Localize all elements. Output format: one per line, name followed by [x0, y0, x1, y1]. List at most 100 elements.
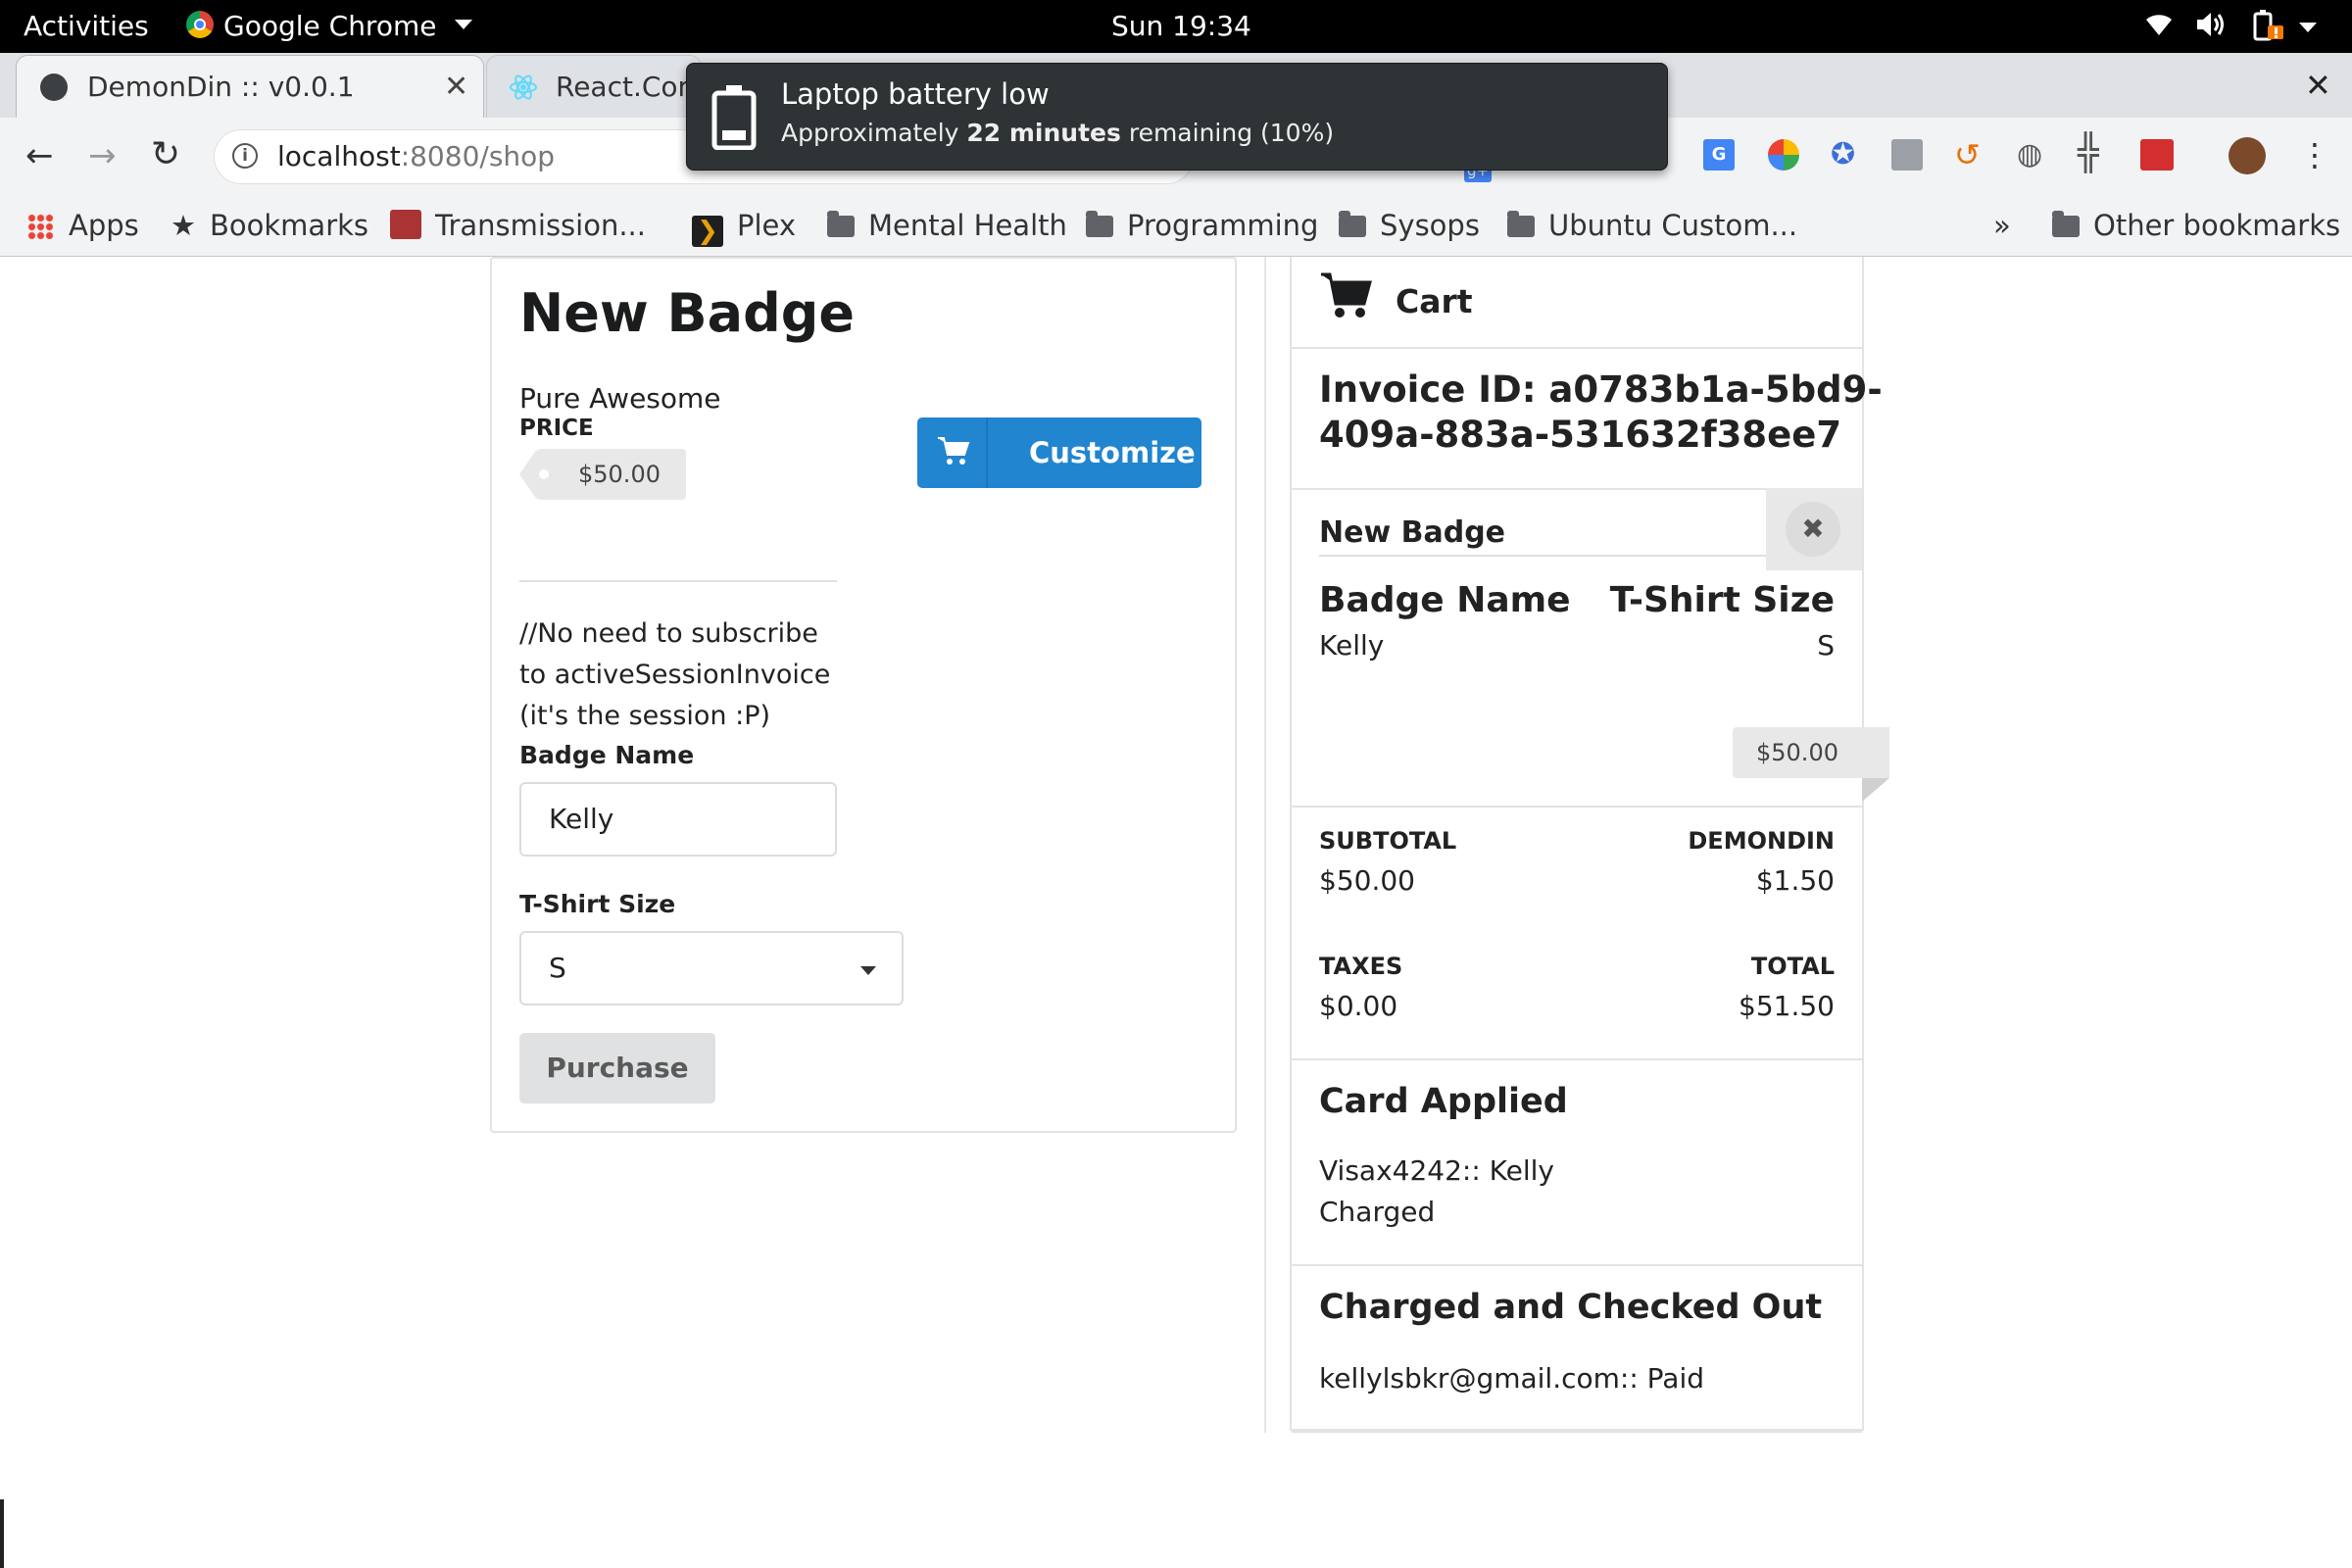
badge-name-input[interactable]: Kelly — [519, 782, 837, 857]
session-comment: //No need to subscribe to activeSessionI… — [519, 618, 831, 731]
subtotal-value: $50.00 — [1319, 864, 1415, 897]
remove-item-corner: ✖ — [1766, 488, 1862, 570]
card-applied-line1: Visax4242:: Kelly — [1319, 1154, 1554, 1187]
lightbulb-extension-icon[interactable]: ◍ — [2017, 137, 2042, 172]
price-label: PRICE — [519, 416, 594, 441]
taxes-label: TAXES — [1319, 953, 1403, 980]
chevron-down-icon — [455, 20, 473, 29]
bookmark-bookmarks[interactable]: ★ Bookmarks — [171, 196, 368, 257]
window-edge — [0, 1499, 4, 1568]
globe-icon — [40, 74, 68, 101]
price-value: $50.00 — [578, 461, 661, 488]
tshirt-size-value: S — [1817, 629, 1835, 662]
bookmark-mental-health[interactable]: Mental Health — [827, 196, 1067, 257]
url-host: localhost — [277, 140, 401, 172]
volume-icon[interactable] — [2195, 0, 2227, 53]
reload-icon[interactable]: ↻ — [151, 137, 180, 172]
total-value: $51.50 — [1739, 990, 1835, 1022]
cart-item: New Badge ✖ Badge Name Kelly T-Shirt Siz… — [1292, 488, 1889, 808]
dropdown-caret-icon — [860, 966, 876, 975]
invoice-id-line1: Invoice ID: a0783b1a-5bd9- — [1319, 368, 1883, 411]
history-extension-icon[interactable]: ↺ — [1954, 137, 1981, 172]
purchase-button[interactable]: Purchase — [519, 1033, 715, 1103]
cart-item-price: $50.00 — [1756, 739, 1838, 766]
back-icon[interactable]: ← — [25, 139, 54, 172]
chrome-menu-icon[interactable]: ⋮ — [2299, 133, 2330, 176]
bookmark-other[interactable]: Other bookmarks — [2052, 196, 2340, 257]
battery-notification[interactable]: Laptop battery low Approximately 22 minu… — [686, 63, 1668, 171]
total-label: TOTAL — [1750, 953, 1835, 980]
price-tag: $50.00 — [519, 449, 686, 500]
crosshair-extension-icon[interactable]: ╬ — [2078, 135, 2099, 172]
tab-title: React.Com — [556, 71, 693, 103]
tshirt-size-label: T-Shirt Size — [519, 890, 676, 918]
invoice-id-line2: 409a-883a-531632f38ee7 — [1319, 414, 1842, 456]
tshirt-size-header: T-Shirt Size — [1609, 580, 1835, 620]
product-description: Pure Awesome — [519, 382, 721, 415]
subtotal-label: SUBTOTAL — [1319, 827, 1457, 855]
card-applied-section: Card Applied Visax4242:: Kelly Charged — [1292, 1058, 1862, 1266]
activities-button[interactable]: Activities — [24, 0, 149, 53]
demondin-label: DEMONDIN — [1688, 827, 1835, 855]
folder-icon — [1339, 211, 1366, 237]
customize-button[interactable]: Customize — [917, 417, 1201, 488]
profile-avatar[interactable] — [2229, 137, 2266, 174]
chrome-icon — [186, 11, 214, 38]
demondin-value: $1.50 — [1755, 864, 1835, 897]
checkout-section: Charged and Checked Out kellylsbkr@gmail… — [1292, 1264, 1862, 1433]
cart-item-name: New Badge — [1319, 515, 1506, 550]
badge-name-value: Kelly — [1319, 629, 1385, 662]
column-divider — [1264, 257, 1266, 1433]
bookmark-programming[interactable]: Programming — [1086, 196, 1318, 257]
bookmark-transmission[interactable]: Transmission... — [390, 196, 646, 257]
system-top-bar: Activities Google Chrome Sun 19:34 — [0, 0, 2352, 53]
app-menu[interactable]: Google Chrome — [186, 0, 473, 53]
translate-extension-icon[interactable]: G — [1703, 139, 1735, 171]
customize-label: Customize — [1029, 436, 1196, 469]
tshirt-size-select[interactable]: S — [519, 931, 904, 1005]
checkout-title: Charged and Checked Out — [1319, 1288, 1823, 1327]
remove-item-button[interactable]: ✖ — [1786, 502, 1840, 557]
product-title: New Badge — [519, 282, 856, 344]
battery-warning-icon[interactable] — [2252, 0, 2285, 53]
apps-grid-icon — [27, 214, 53, 239]
tab-demondin[interactable]: DemonDin :: v0.0.1 ✕ — [16, 55, 484, 118]
forward-icon[interactable]: → — [88, 139, 117, 172]
badge-name-header: Badge Name — [1319, 580, 1571, 620]
star-extension-icon[interactable]: ✪ — [1831, 137, 1855, 172]
clock[interactable]: Sun 19:34 — [1111, 0, 1251, 53]
system-menu-chevron-icon[interactable] — [2299, 0, 2317, 53]
info-icon: i — [232, 143, 258, 169]
card-applied-line2: Charged — [1319, 1196, 1436, 1228]
plex-icon: ❯ — [692, 216, 723, 247]
taxes-value: $0.00 — [1319, 990, 1398, 1022]
notification-body: Approximately 22 minutes remaining (10%) — [781, 119, 1335, 147]
battery-icon — [710, 83, 758, 151]
bookmark-apps[interactable]: Apps — [27, 196, 139, 257]
tab-react[interactable]: React.Com — [486, 55, 702, 118]
cart-title: Cart — [1396, 282, 1473, 320]
card-applied-title: Card Applied — [1319, 1082, 1568, 1121]
bookmarks-bar: Apps ★ Bookmarks Transmission... ❯ Plex Me… — [0, 196, 2352, 257]
ribbon-fold — [1862, 778, 1889, 802]
badge-name-label: Badge Name — [519, 741, 695, 769]
checkout-line: kellylsbkr@gmail.com:: Paid — [1319, 1362, 1705, 1395]
tab-close-icon[interactable]: ✕ — [444, 56, 468, 119]
bookmark-plex[interactable]: ❯ Plex — [692, 196, 796, 257]
keyboard-extension-icon[interactable] — [1891, 139, 1923, 171]
cart-icon — [1319, 270, 1374, 323]
bookmark-ubuntu-custom[interactable]: Ubuntu Custom... — [1507, 196, 1797, 257]
bookmark-sysops[interactable]: Sysops — [1339, 196, 1480, 257]
app-name: Google Chrome — [223, 10, 437, 42]
wifi-icon[interactable] — [2144, 0, 2174, 53]
compass-extension-icon[interactable] — [1768, 139, 1799, 171]
item-divider — [1319, 555, 1772, 557]
window-close-icon[interactable]: ✕ — [2305, 53, 2331, 118]
react-devtools-extension-icon[interactable] — [2140, 139, 2174, 171]
cart-item-price-ribbon: $50.00 — [1733, 727, 1889, 778]
folder-icon — [2052, 211, 2080, 237]
totals-section: SUBTOTAL $50.00 DEMONDIN $1.50 TAXES $0.… — [1292, 806, 1862, 1060]
cart-header: Cart — [1292, 257, 1862, 349]
notification-title: Laptop battery low — [781, 77, 1050, 111]
bookmarks-overflow-button[interactable]: » — [1993, 196, 2011, 257]
